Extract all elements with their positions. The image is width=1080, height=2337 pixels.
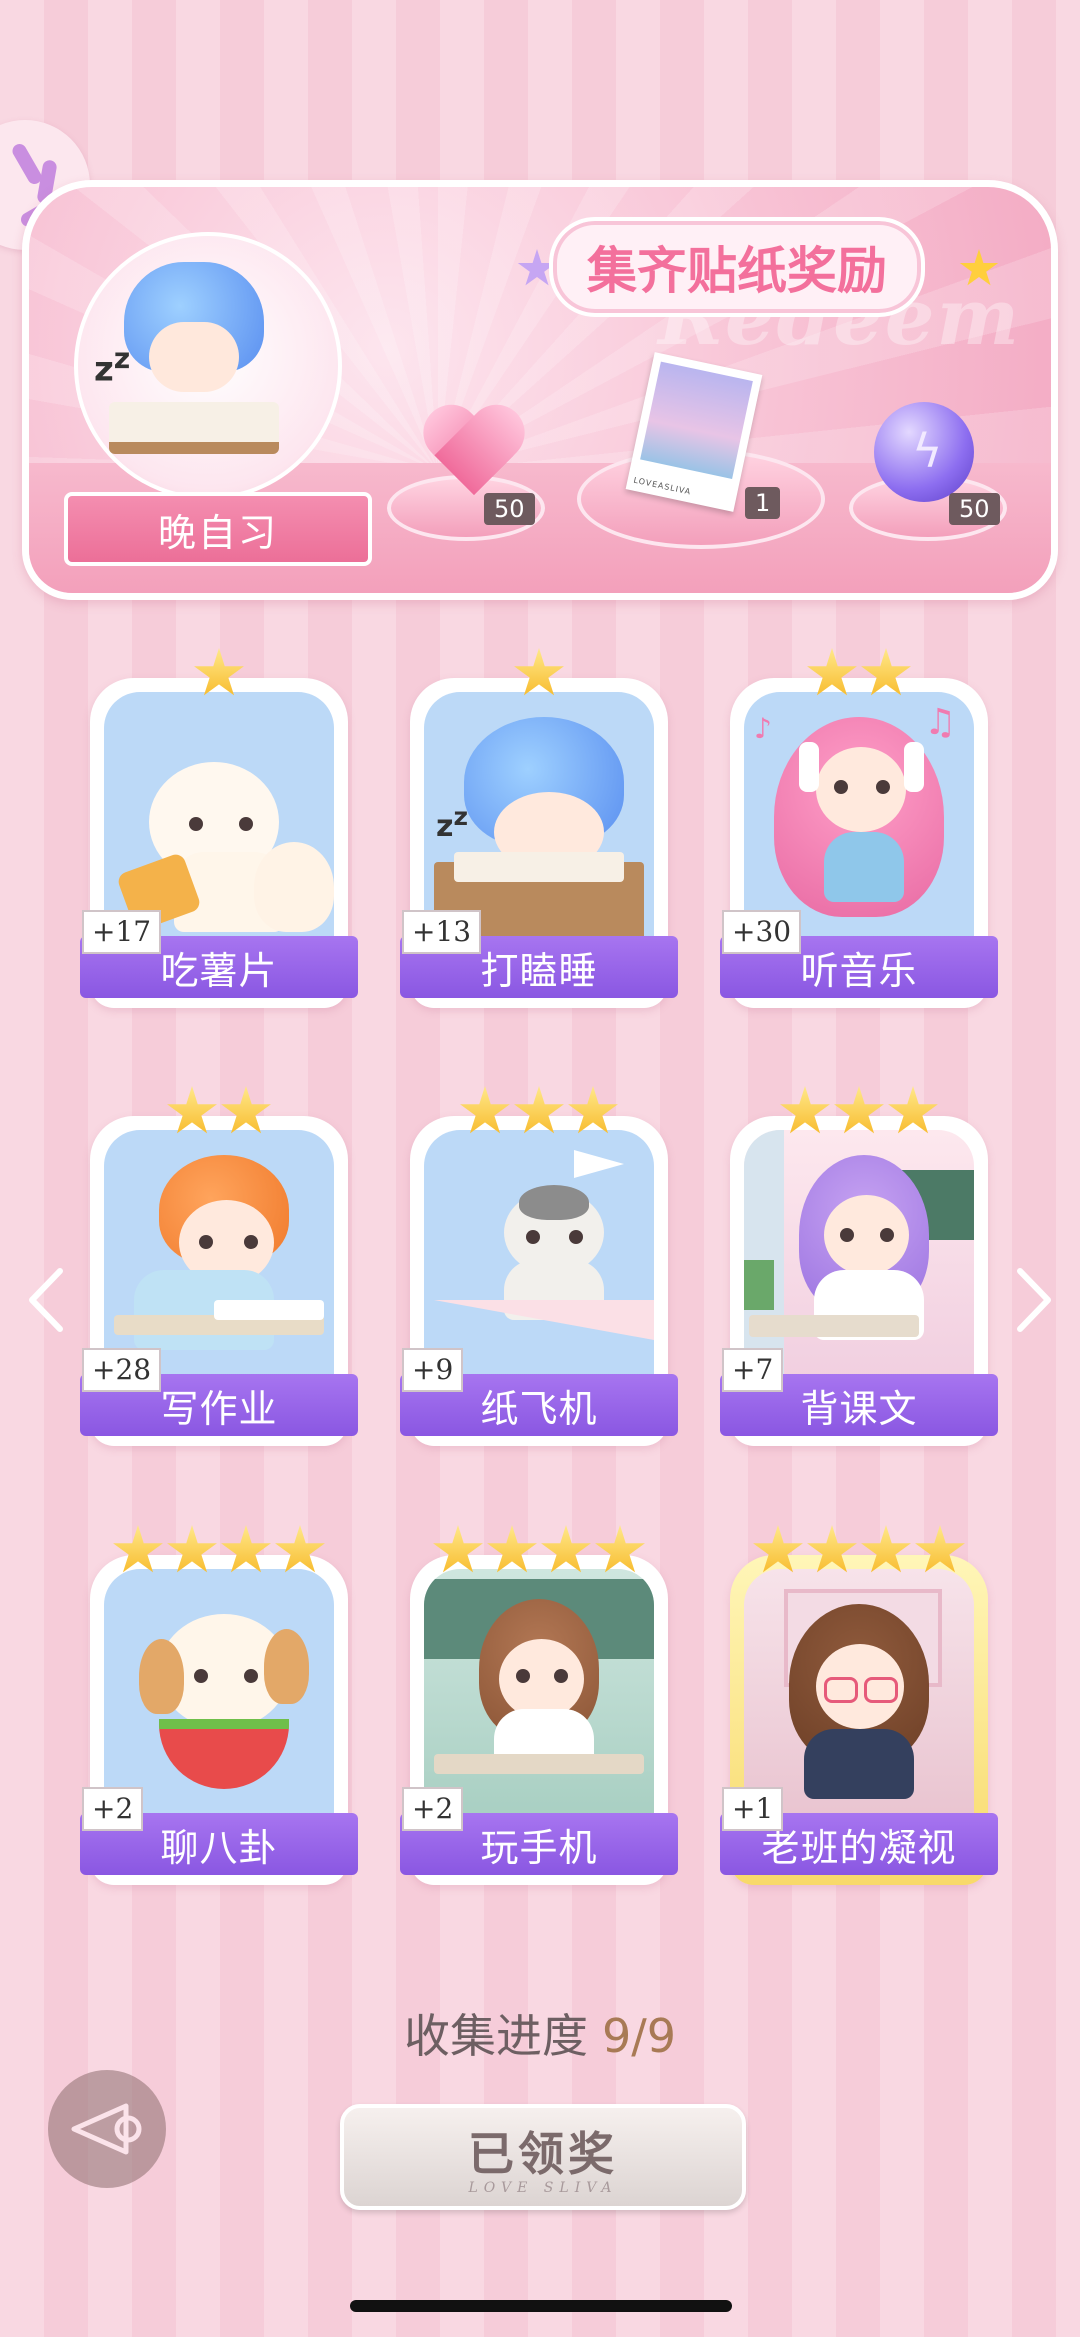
star-rating	[90, 1086, 348, 1138]
star-icon	[514, 1086, 564, 1134]
star-rating	[410, 648, 668, 700]
sticker-bonus: +9	[402, 1348, 464, 1392]
sticker-bonus: +1	[722, 1787, 784, 1831]
reward-count: 1	[745, 487, 781, 519]
star-icon	[595, 1525, 645, 1573]
star-icon	[807, 648, 857, 696]
sticker-bonus: +2	[402, 1787, 464, 1831]
star-icon	[275, 1525, 325, 1573]
star-icon	[915, 1525, 965, 1573]
sticker-card[interactable]: 老班的凝视 +1	[720, 1525, 998, 1885]
back-arrow-icon	[71, 2103, 142, 2155]
back-button[interactable]	[48, 2070, 166, 2188]
sticker-bonus: +17	[82, 910, 162, 954]
claimed-button[interactable]: 已领奖 LOVE SLIVA	[340, 2104, 746, 2210]
star-icon	[221, 1086, 271, 1134]
sticker-bonus: +13	[402, 910, 482, 954]
claimed-subtext: LOVE SLIVA	[468, 2180, 618, 2196]
star-icon	[167, 1086, 217, 1134]
sticker-art	[424, 1569, 654, 1819]
home-indicator	[350, 2300, 732, 2312]
sticker-art	[424, 1130, 654, 1380]
reward-banner: Redeem 集齐贴纸奖励 zz 晚自习 50 LOVEASLIVA 1 ϟ 5…	[22, 180, 1058, 600]
sticker-art	[104, 1130, 334, 1380]
sticker-bonus: +7	[722, 1348, 784, 1392]
sticker-bonus: +28	[82, 1348, 162, 1392]
sticker-art	[104, 1569, 334, 1819]
next-page-arrow[interactable]	[1014, 1265, 1054, 1335]
star-rating	[730, 1086, 988, 1138]
star-rating	[90, 648, 348, 700]
collection-progress: 收集进度 9/9	[0, 2000, 1080, 2066]
reward-count: 50	[484, 493, 535, 525]
sleep-icon: zz	[94, 342, 131, 390]
sticker-card[interactable]: 聊八卦 +2	[80, 1525, 358, 1885]
star-icon	[807, 1525, 857, 1573]
reward-count: 50	[949, 493, 1000, 525]
sticker-card[interactable]: ♫ ♪ 听音乐 +30	[720, 648, 998, 1008]
star-icon	[221, 1525, 271, 1573]
progress-value: 9/9	[601, 2009, 677, 2063]
claimed-label: 已领奖	[468, 2127, 618, 2181]
star-icon	[113, 1525, 163, 1573]
sticker-art	[744, 1130, 974, 1380]
progress-label: 收集进度	[403, 2009, 588, 2063]
sticker-card[interactable]: 写作业 +28	[80, 1086, 358, 1446]
star-icon	[541, 1525, 591, 1573]
sticker-card[interactable]: 吃薯片 +17	[80, 648, 358, 1008]
star-rating	[730, 1525, 988, 1577]
star-icon	[861, 648, 911, 696]
sticker-card[interactable]: zz 打瞌睡 +13	[400, 648, 678, 1008]
star-icon	[861, 1525, 911, 1573]
star-rating	[730, 648, 988, 700]
avatar-face	[149, 322, 239, 392]
star-icon	[888, 1086, 938, 1134]
star-icon	[167, 1525, 217, 1573]
sticker-card[interactable]: 玩手机 +2	[400, 1525, 678, 1885]
set-name-ribbon: 晚自习	[64, 492, 372, 566]
sticker-art	[744, 1569, 974, 1819]
star-icon	[514, 648, 564, 696]
star-rating	[410, 1086, 668, 1138]
star-icon	[194, 648, 244, 696]
avatar-book	[109, 402, 279, 454]
star-icon	[433, 1525, 483, 1573]
banner-title: 集齐贴纸奖励	[549, 217, 925, 317]
prev-page-arrow[interactable]	[26, 1265, 66, 1335]
energy-orb-icon: ϟ	[874, 402, 974, 502]
sticker-art	[104, 692, 334, 942]
sticker-bonus: +2	[82, 1787, 144, 1831]
heart-gem-icon	[424, 407, 524, 507]
star-icon	[834, 1086, 884, 1134]
sticker-bonus: +30	[722, 910, 802, 954]
star-icon	[780, 1086, 830, 1134]
star-icon	[753, 1525, 803, 1573]
star-icon	[487, 1525, 537, 1573]
sticker-art: zz	[424, 692, 654, 942]
star-rating	[90, 1525, 348, 1577]
sticker-card[interactable]: 背课文 +7	[720, 1086, 998, 1446]
sticker-card[interactable]: 纸飞机 +9	[400, 1086, 678, 1446]
star-icon	[460, 1086, 510, 1134]
star-icon	[568, 1086, 618, 1134]
star-rating	[410, 1525, 668, 1577]
sticker-art: ♫ ♪	[744, 692, 974, 942]
